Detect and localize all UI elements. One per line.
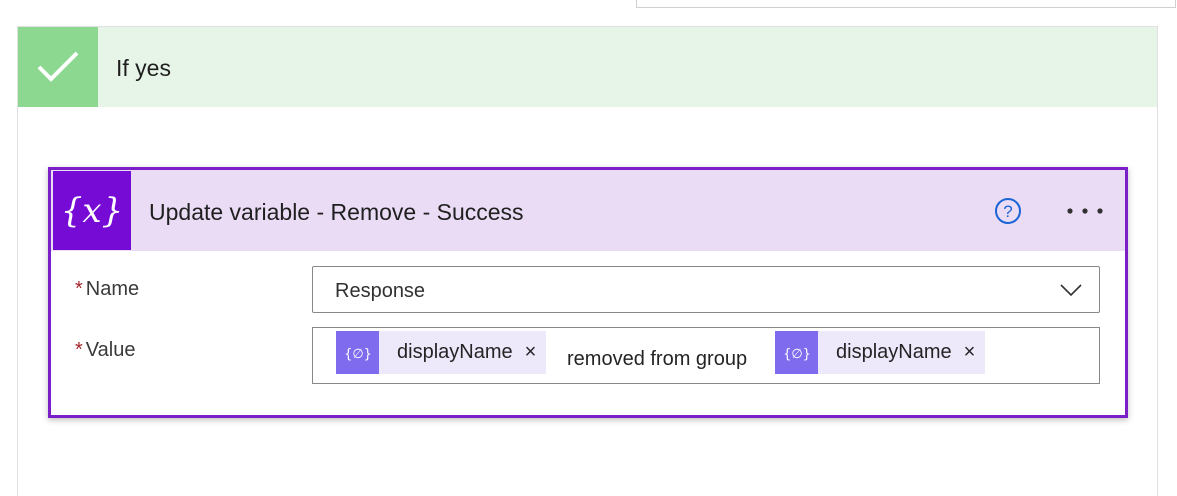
name-selected-value: Response [335, 280, 426, 302]
svg-text:?: ? [1003, 202, 1012, 221]
branch-header[interactable]: If yes [18, 27, 1157, 107]
value-field-label: * Value [75, 339, 135, 362]
variable-icon-glyph: {x} [61, 191, 123, 231]
token-remove-icon[interactable]: × [525, 341, 537, 364]
name-label-text: Name [85, 278, 140, 300]
card-header[interactable]: {x} Update variable - Remove - Success ? [51, 170, 1125, 251]
token-label: displayName [836, 341, 952, 363]
expression-token-icon: {∅} [775, 331, 818, 374]
value-static-text: removed from group [567, 348, 748, 370]
chevron-down-icon [1060, 284, 1082, 297]
dynamic-content-token[interactable]: {∅} displayName × [336, 331, 547, 374]
value-label-text: Value [85, 339, 136, 361]
branch-title: If yes [116, 55, 171, 81]
dynamic-content-token[interactable]: {∅} displayName × [775, 331, 986, 374]
token-remove-icon[interactable]: × [964, 341, 976, 364]
name-field-label: * Name [75, 278, 139, 301]
svg-text:{∅}: {∅} [345, 347, 371, 362]
required-mark: * [75, 278, 83, 300]
card-title: Update variable - Remove - Success [149, 199, 524, 225]
top-input-edge [636, 0, 1176, 8]
variable-icon: {x} [53, 171, 131, 250]
checkmark-icon [18, 27, 98, 107]
name-dropdown[interactable]: Response [312, 266, 1100, 313]
if-yes-branch: If yes {x} Update variable - Remove - Su… [17, 26, 1158, 496]
token-label: displayName [397, 341, 513, 363]
svg-text:{∅}: {∅} [784, 347, 810, 362]
help-circle-icon[interactable]: ? [994, 197, 1022, 225]
expression-token-icon: {∅} [336, 331, 379, 374]
required-mark: * [75, 339, 83, 361]
update-variable-card: {x} Update variable - Remove - Success ?… [48, 167, 1128, 418]
ellipsis-icon[interactable] [1064, 197, 1108, 225]
value-input[interactable]: {∅} displayName × removed from group {∅}… [312, 327, 1100, 384]
